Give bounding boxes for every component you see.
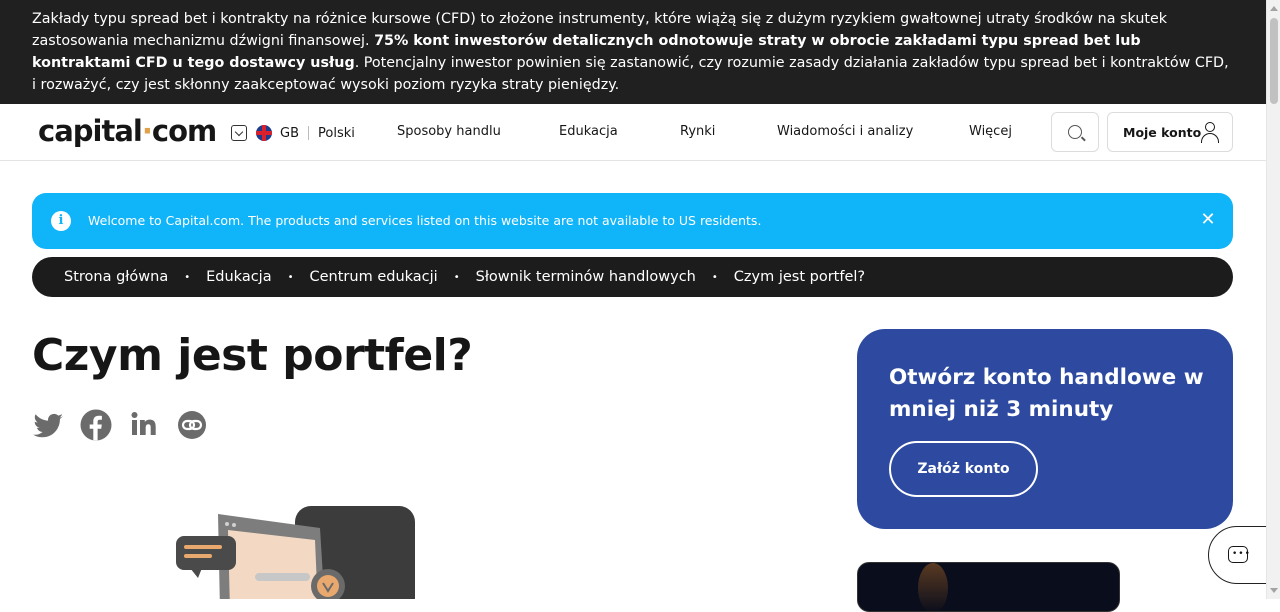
open-account-card: Otwórz konto handlowe w mniej niż 3 minu… xyxy=(857,329,1233,529)
breadcrumb-item-education-center[interactable]: Centrum edukacji xyxy=(310,269,438,285)
capital-com-logo[interactable]: capital·com xyxy=(38,114,217,148)
twitter-icon[interactable] xyxy=(32,408,64,442)
user-icon xyxy=(1205,122,1215,132)
search-button[interactable] xyxy=(1051,112,1099,152)
link-icon[interactable] xyxy=(176,408,208,442)
search-icon-handle xyxy=(1081,136,1086,142)
scrollbar-thumb[interactable] xyxy=(1270,18,1278,104)
page-title: Czym jest portfel? xyxy=(32,330,473,381)
close-icon[interactable]: ✕ xyxy=(1198,209,1218,231)
scroll-down-arrow-icon[interactable] xyxy=(1270,588,1278,593)
scroll-up-arrow-icon[interactable] xyxy=(1270,6,1278,11)
breadcrumb-separator: • xyxy=(287,271,294,283)
breadcrumb-separator: • xyxy=(184,271,191,283)
language-label: Polski xyxy=(318,125,355,141)
nav-wiadomosci-i-analizy[interactable]: Wiadomości i analizy xyxy=(777,124,913,139)
breadcrumb-separator: • xyxy=(453,271,460,283)
linkedin-icon[interactable] xyxy=(128,408,160,442)
logo-part2: com xyxy=(151,114,217,148)
breadcrumb-item-current: Czym jest portfel? xyxy=(733,269,866,285)
logo-dot: · xyxy=(141,114,153,148)
nav-wiecej[interactable]: Więcej xyxy=(969,124,1012,139)
risk-warning-banner: Zakłady typu spread bet i kontrakty na r… xyxy=(0,0,1266,104)
locale-divider xyxy=(308,126,309,140)
breadcrumb: Strona główna • Edukacja • Centrum eduka… xyxy=(32,257,1233,297)
us-residents-notice: i Welcome to Capital.com. The products a… xyxy=(32,193,1233,249)
breadcrumb-item-home[interactable]: Strona główna xyxy=(64,269,168,285)
nav-sposoby-handlu[interactable]: Sposoby handlu xyxy=(397,124,501,139)
chat-dots-icon: ••• xyxy=(1232,549,1251,559)
promo-image xyxy=(918,563,948,611)
create-account-button[interactable]: Załóż konto xyxy=(889,441,1038,497)
site-header: capital·com GB Polski Sposoby handlu Edu… xyxy=(0,104,1266,161)
facebook-icon[interactable] xyxy=(80,408,112,442)
wallet-illustration xyxy=(176,506,415,599)
region-code: GB xyxy=(280,125,299,141)
cta-title: Otwórz konto handlowe w mniej niż 3 minu… xyxy=(889,365,1204,422)
info-icon: i xyxy=(51,211,71,231)
breadcrumb-item-glossary[interactable]: Słownik terminów handlowych xyxy=(476,269,696,285)
user-icon-body xyxy=(1201,133,1219,143)
breadcrumb-item-education[interactable]: Edukacja xyxy=(206,269,271,285)
my-account-label: Moje konto xyxy=(1123,125,1202,140)
my-account-button[interactable]: Moje konto xyxy=(1107,112,1233,152)
nav-edukacja[interactable]: Edukacja xyxy=(559,124,618,139)
nav-rynki[interactable]: Rynki xyxy=(680,124,715,139)
uk-flag-icon xyxy=(256,125,272,141)
promo-card[interactable] xyxy=(857,562,1120,612)
notice-text: Welcome to Capital.com. The products and… xyxy=(88,213,762,228)
logo-part1: capital xyxy=(38,114,143,148)
breadcrumb-separator: • xyxy=(711,271,718,283)
chevron-down-icon[interactable] xyxy=(231,125,247,141)
page-scrollbar[interactable] xyxy=(1266,0,1280,599)
locale-selector[interactable]: GB Polski xyxy=(231,123,355,143)
